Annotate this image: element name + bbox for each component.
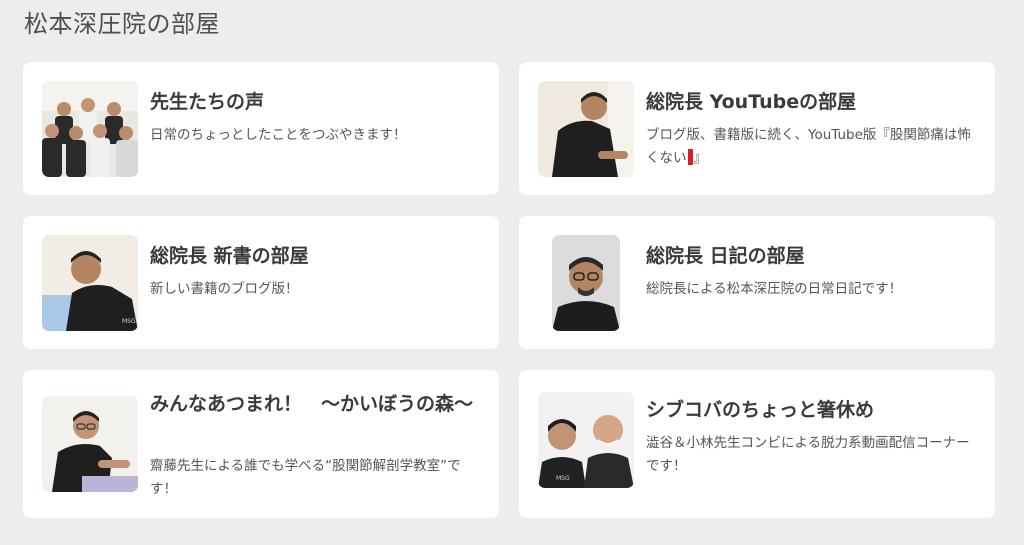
description-text-end: 』 bbox=[693, 150, 708, 166]
card-title: みんなあつまれ！ ～かいぼうの森～ bbox=[150, 393, 474, 415]
card-title: 先生たちの声 bbox=[150, 91, 265, 113]
room-card-anatomy-forest[interactable]: みんなあつまれ！ ～かいぼうの森～ 齋藤先生による誰でも学べる“股関節解剖学教室… bbox=[23, 370, 499, 518]
card-title: 総院長 YouTubeの部屋 bbox=[646, 91, 857, 113]
room-card-youtube[interactable]: 総院長 YouTubeの部屋 ブログ版、書籍版に続く、YouTube版『股関節痛… bbox=[519, 62, 995, 195]
director-portrait-photo bbox=[552, 235, 620, 331]
card-title: 総院長 新書の部屋 bbox=[150, 245, 309, 267]
card-description: 新しい書籍のブログ版！ bbox=[150, 281, 299, 297]
card-description: 齋藤先生による誰でも学べる“股関節解剖学教室”です！ bbox=[150, 458, 461, 497]
svg-text:MSG: MSG bbox=[556, 475, 570, 482]
room-card-teachers-voice[interactable]: 先生たちの声 日常のちょっとしたことをつぶやきます！ bbox=[23, 62, 499, 195]
card-description: ブログ版、書籍版に続く、YouTube版『股関節痛は怖くない』 bbox=[646, 124, 977, 170]
room-card-diary[interactable]: 総院長 日記の部屋 総院長による松本深圧院の日常日記です！ bbox=[519, 216, 995, 349]
room-card-new-book[interactable]: MSG 総院長 新書の部屋 新しい書籍のブログ版！ bbox=[23, 216, 499, 349]
svg-text:MSG: MSG bbox=[122, 318, 136, 325]
card-description: 日常のちょっとしたことをつぶやきます！ bbox=[150, 127, 407, 143]
page-title: 松本深圧院の部屋 bbox=[24, 10, 220, 38]
card-description: 総院長による松本深圧院の日常日記です！ bbox=[646, 281, 903, 297]
red-marker-icon bbox=[687, 149, 693, 165]
director-at-work-photo: MSG bbox=[42, 235, 138, 331]
shibuya-kobayashi-photo: MSG bbox=[538, 392, 634, 488]
saito-treating-photo bbox=[42, 396, 138, 492]
card-title: 総院長 日記の部屋 bbox=[646, 245, 805, 267]
card-title: シブコバのちょっと箸休め bbox=[646, 399, 875, 421]
staff-group-photo bbox=[42, 81, 138, 177]
card-description: 澁谷＆小林先生コンビによる脱力系動画配信コーナーです！ bbox=[646, 435, 970, 474]
director-treating-photo bbox=[538, 81, 634, 177]
room-card-shibukoba[interactable]: MSG シブコバのちょっと箸休め 澁谷＆小林先生コンビによる脱力系動画配信コーナ… bbox=[519, 370, 995, 518]
